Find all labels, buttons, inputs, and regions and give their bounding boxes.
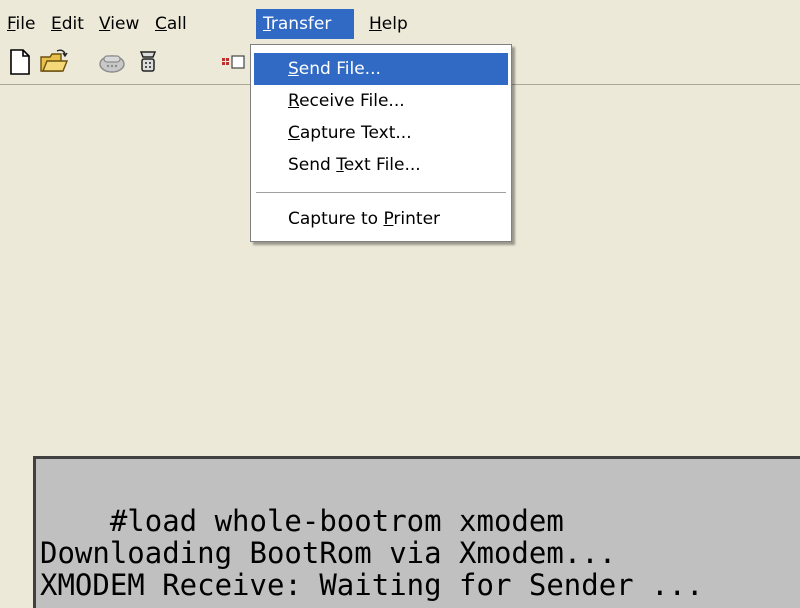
open-folder-icon[interactable]	[38, 46, 70, 78]
menu-file[interactable]: File	[0, 9, 42, 39]
menu-item-capture-text[interactable]: Capture Text...	[254, 117, 508, 149]
menu-edit[interactable]: Edit	[44, 9, 91, 39]
menu-item-send-text-file[interactable]: Send Text File...	[254, 149, 508, 181]
menu-bar: File Edit View Call Transfer Help	[0, 0, 800, 40]
menu-item-receive-file[interactable]: Receive File...	[254, 85, 508, 117]
menu-separator	[256, 192, 506, 193]
connect-phone-icon[interactable]	[132, 46, 164, 78]
new-file-icon[interactable]	[4, 46, 36, 78]
menu-help[interactable]: Help	[362, 9, 415, 39]
menu-item-capture-to-printer[interactable]: Capture to Printer	[254, 203, 508, 235]
terminal-window[interactable]: #load whole-bootrom xmodem Downloading B…	[33, 456, 800, 608]
menu-transfer[interactable]: Transfer	[256, 9, 354, 39]
terminal-line: Downloading BootRom via Xmodem...	[40, 536, 617, 570]
properties-icon[interactable]	[216, 46, 250, 78]
transfer-menu: Send File... Receive File... Capture Tex…	[250, 44, 512, 242]
menu-call[interactable]: Call	[148, 9, 194, 39]
menu-item-send-file[interactable]: Send File...	[254, 53, 508, 85]
terminal-line: #load whole-bootrom xmodem	[40, 504, 564, 538]
disconnect-phone-icon[interactable]	[96, 46, 128, 78]
menu-view[interactable]: View	[92, 9, 146, 39]
terminal-line: XMODEM Receive: Waiting for Sender ...	[40, 568, 704, 602]
